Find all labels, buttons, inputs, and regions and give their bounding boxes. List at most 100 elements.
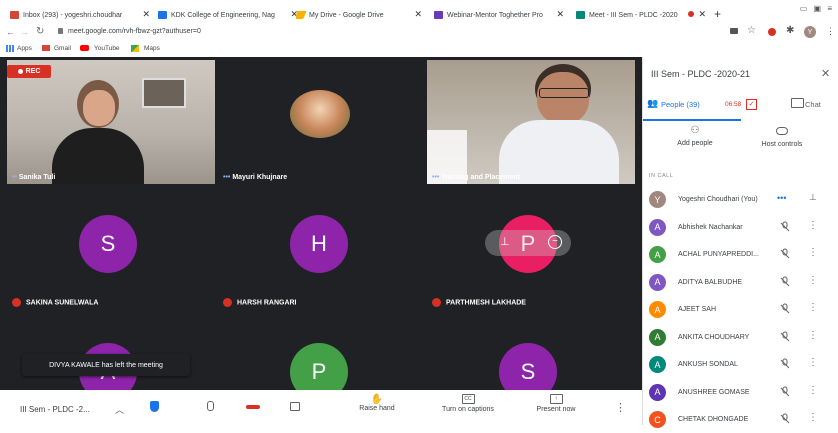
pin-icon[interactable]: ⊥ — [809, 192, 817, 203]
present-now-button[interactable]: ↑ Present now — [528, 394, 584, 413]
microphone-icon[interactable] — [207, 401, 214, 411]
forward-icon[interactable]: → — [20, 27, 29, 37]
tab-gmail[interactable]: Inbox (293) - yogeshri.choudhar ✕ — [10, 8, 150, 22]
timer-badge: 06:58 — [725, 101, 742, 108]
participant-tile[interactable]: ••• Training and Placement — [427, 60, 635, 184]
pin-icon[interactable]: ⊥ — [500, 235, 510, 248]
participant-row[interactable]: C CHETAK DHONGADE ⋮ — [643, 407, 838, 433]
mic-off-icon — [779, 413, 791, 425]
close-tab-icon[interactable]: ✕ — [698, 9, 706, 20]
profile-avatar[interactable]: Y — [804, 26, 816, 38]
more-options-icon[interactable]: ⋮ — [808, 302, 818, 313]
mic-off-icon — [779, 358, 791, 370]
mic-off-icon — [12, 298, 21, 307]
participant-row[interactable]: A ACHAL PUNYAPREDDI... ⋮ — [643, 242, 838, 268]
participant-row[interactable]: A AJEET SAH ⋮ — [643, 297, 838, 323]
captions-button[interactable]: CC Turn on captions — [428, 394, 508, 413]
more-options-icon[interactable]: ⋮ — [808, 220, 818, 231]
extensions-puzzle-icon[interactable]: ✱ — [786, 25, 794, 36]
participant-name: ••• Training and Placement — [432, 174, 520, 181]
participant-avatar: C — [649, 411, 666, 428]
participant-name: Yogeshri Choudhari (You) — [678, 196, 758, 203]
mic-off-icon — [779, 331, 791, 343]
chevron-up-icon[interactable]: ︿ — [115, 403, 124, 416]
participant-row[interactable]: A ANUSHREE GOMASE ⋮ — [643, 380, 838, 406]
more-options-icon[interactable]: ⋮ — [808, 330, 818, 341]
bookmark-gmail[interactable]: Gmail — [54, 45, 71, 52]
browser-menu-icon[interactable]: ⋮ — [826, 26, 835, 37]
bookmark-maps[interactable]: Maps — [144, 45, 160, 52]
address-bar-row: ← → ↻ meet.google.com/rvh-fbwz-gzt?authu… — [0, 24, 838, 42]
meeting-controls-bar: III Sem - PLDC -2... ︿ ✋ Raise hand CC T… — [0, 390, 642, 425]
tab-kdk[interactable]: KDK College of Engineering, Nag ✕ — [158, 8, 298, 22]
participant-row[interactable]: Y Yogeshri Choudhari (You) ••• ⊥ — [643, 187, 838, 213]
participant-row[interactable]: A ADITYA BALBUDHE ⋮ — [643, 270, 838, 296]
more-options-icon[interactable]: ⋮ — [808, 357, 818, 368]
participant-avatar: A — [649, 356, 666, 373]
close-panel-icon[interactable]: ✕ — [821, 67, 830, 80]
end-call-icon[interactable] — [246, 405, 260, 409]
participant-tile[interactable]: •• Sanika Tuli — [7, 60, 215, 184]
participant-name: HARSH RANGARI — [223, 298, 297, 307]
meeting-details-title[interactable]: III Sem - PLDC -2... — [20, 405, 90, 414]
participant-avatar: A — [649, 328, 666, 346]
reload-icon[interactable]: ↻ — [36, 26, 44, 37]
participant-tile[interactable]: S — [427, 313, 635, 390]
youtube-icon — [80, 45, 89, 51]
participant-tile[interactable]: A — [7, 313, 215, 390]
url-field[interactable]: meet.google.com/rvh-fbwz-gzt?authuser=0 — [68, 28, 201, 35]
maps-icon — [131, 45, 139, 52]
camera-icon[interactable] — [290, 402, 300, 411]
participant-tile[interactable]: P ⊥ − PARTHMESH LAKHADE — [427, 187, 635, 310]
tab-forms[interactable]: Webinar-Mentor Toghether Pro ✕ — [434, 8, 564, 22]
participant-tile[interactable]: P — [218, 313, 424, 390]
more-options-icon[interactable]: ⋮ — [808, 247, 818, 258]
close-tab-icon[interactable]: ✕ — [556, 9, 564, 20]
participant-name: ••• Mayuri Khujnare — [223, 174, 288, 181]
meet-video-grid: •• Sanika Tuli REC ••• Mayuri Khujnare •… — [0, 57, 642, 390]
toggle-icon — [776, 127, 788, 135]
close-tab-icon[interactable]: ✕ — [142, 9, 150, 20]
participant-row[interactable]: A ANKITA CHOUDHARY ⋮ — [643, 325, 838, 351]
bookmark-apps[interactable]: Apps — [17, 45, 32, 52]
gmail-icon — [10, 11, 19, 19]
new-tab-button[interactable]: + — [714, 7, 721, 21]
host-controls-button[interactable]: Host controls — [747, 125, 817, 148]
shield-icon[interactable] — [150, 401, 159, 412]
more-options-icon[interactable]: ⋮ — [808, 275, 818, 286]
more-options-icon[interactable]: ⋮ — [808, 385, 818, 396]
browser-tab-bar: Inbox (293) - yogeshri.choudhar ✕ KDK Co… — [0, 0, 838, 24]
participant-name: AJEET SAH — [678, 306, 716, 313]
tab-drive[interactable]: My Drive - Google Drive ✕ — [296, 8, 422, 22]
participant-avatar: H — [290, 215, 348, 273]
participant-tile[interactable]: ••• Mayuri Khujnare — [218, 60, 424, 184]
recording-badge: REC — [7, 65, 51, 78]
tab-people[interactable]: 👥 People (39) — [643, 95, 741, 121]
mic-off-icon — [779, 276, 791, 288]
remove-icon[interactable]: − — [548, 235, 562, 249]
add-people-button[interactable]: ⚇ Add people — [665, 125, 725, 147]
raise-hand-button[interactable]: ✋ Raise hand — [352, 394, 402, 412]
panel-title: III Sem - PLDC -2020-21 — [651, 69, 751, 79]
more-options-icon[interactable]: ⋮ — [808, 412, 818, 423]
close-tab-icon[interactable]: ✕ — [414, 9, 422, 20]
more-options-icon[interactable]: ⋮ — [615, 401, 626, 414]
bookmark-youtube[interactable]: YouTube — [94, 45, 120, 52]
participant-avatar: A — [649, 218, 666, 236]
raise-hand-label: Raise hand — [359, 405, 395, 412]
participant-tile[interactable]: H HARSH RANGARI — [218, 187, 424, 310]
star-icon[interactable]: ☆ — [747, 25, 756, 36]
window-controls[interactable]: ▭ ▣ ≡ — [800, 4, 834, 13]
extension-icon[interactable] — [768, 28, 776, 36]
participant-row[interactable]: A ANKUSH SONDAL ⋮ — [643, 352, 838, 378]
tab-meet[interactable]: Meet - III Sem - PLDC -2020 ✕ — [576, 8, 706, 22]
chat-icon — [791, 98, 804, 108]
tab-chat[interactable]: Chat — [741, 95, 838, 119]
lock-icon — [58, 28, 63, 34]
participant-row[interactable]: A Abhishek Nachankar ⋮ — [643, 215, 838, 241]
person-face — [537, 72, 589, 124]
camera-indicator-icon[interactable] — [730, 28, 738, 34]
participant-tile[interactable]: S SAKINA SUNELWALA — [7, 187, 215, 310]
mic-off-icon — [779, 386, 791, 398]
back-icon[interactable]: ← — [6, 27, 15, 37]
